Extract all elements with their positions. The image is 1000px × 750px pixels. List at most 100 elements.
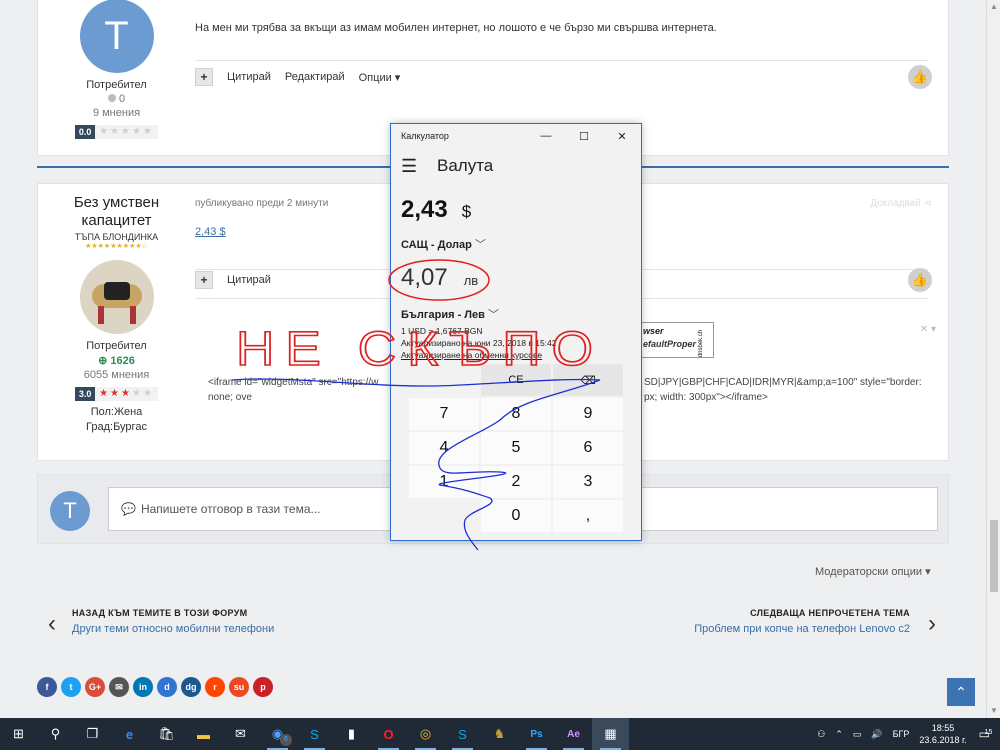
clock[interactable]: 18:55 23.6.2018 г. (919, 722, 966, 746)
minimize-icon[interactable]: — (527, 124, 565, 148)
app-icon[interactable]: ▮ (333, 718, 370, 750)
currency-from-select[interactable]: САЩ - Долар ﹀ (401, 236, 486, 252)
update-rates-link[interactable]: Актуализиране на обменни курсове (401, 349, 557, 361)
search-icon[interactable]: ⚲ (37, 718, 74, 750)
edge-browser-icon[interactable]: e (111, 718, 148, 750)
email-icon[interactable]: ✉ (109, 677, 129, 697)
key-6[interactable]: 6 (553, 432, 623, 464)
key-0[interactable]: 0 (481, 500, 551, 532)
exchange-rate-info: 1 USD = 1,6767 BGN Актуализирано на юни … (401, 325, 557, 361)
hamburger-menu-icon[interactable]: ☰ (401, 156, 427, 177)
stumbleupon-icon[interactable]: su (229, 677, 249, 697)
action-center-icon[interactable]: ▭ 15 (979, 727, 993, 741)
like-button[interactable]: 👍 (908, 268, 932, 292)
chevron-down-icon: ﹀ (474, 239, 486, 251)
reddit-icon[interactable]: r (205, 677, 225, 697)
network-icon[interactable]: ▭ (853, 729, 862, 740)
key-empty (409, 500, 479, 532)
key-5[interactable]: 5 (481, 432, 551, 464)
calculator-titlebar[interactable]: Калкулатор — ☐ ✕ (391, 124, 641, 148)
delicious-icon[interactable]: d (157, 677, 177, 697)
options-button[interactable]: Опции ▾ (359, 71, 401, 84)
next-topic-title: Проблем при копче на телефон Lenovo c2 (694, 623, 910, 635)
post-2-author: Без умствен капацитет ТЪПА БЛОНДИНКА ★★★★… (38, 184, 195, 433)
notification-badge: 6 (280, 734, 292, 746)
chevron-up-icon: ⌃ (955, 683, 967, 700)
scroll-up-icon[interactable]: ▲ (989, 2, 999, 12)
scroll-to-top-button[interactable]: ⌃ (947, 678, 975, 706)
user-rating: 0.0 ★★★★★ (38, 125, 195, 139)
key-7[interactable]: 7 (409, 398, 479, 430)
messenger-icon[interactable]: ◉ 6 (259, 718, 296, 750)
value-to[interactable]: 4,07 лв (401, 264, 478, 292)
mail-icon[interactable]: ✉ (222, 718, 259, 750)
skype-icon[interactable]: S (444, 718, 481, 750)
decimal-separator-button[interactable]: , (553, 500, 623, 532)
next-topic-link[interactable]: СЛЕДВАЩА НЕПРОЧЕТЕНА ТЕМА Проблем при ко… (694, 608, 936, 637)
quote-button[interactable]: Цитирай (227, 274, 271, 286)
after-effects-icon[interactable]: Ae (555, 718, 592, 750)
quote-button[interactable]: Цитирай (227, 71, 271, 83)
rank-stars: ★★★★★★★★★☆ (85, 243, 148, 250)
avatar-image-detail (97, 306, 104, 324)
store-icon[interactable]: 🛍 (148, 718, 185, 750)
maximize-icon[interactable]: ☐ (565, 124, 603, 148)
share-icon: ⋖ (923, 198, 932, 209)
key-2[interactable]: 2 (481, 466, 551, 498)
volume-icon[interactable]: 🔊 (871, 729, 882, 740)
avatar[interactable] (79, 260, 154, 334)
post-2-actions: + Цитирай (195, 271, 271, 289)
key-3[interactable]: 3 (553, 466, 623, 498)
chrome-browser-icon[interactable]: ◎ (407, 718, 444, 750)
file-explorer-icon[interactable]: ▬ (185, 718, 222, 750)
tray-expand-icon[interactable]: ⌃ (835, 729, 843, 740)
game-app-icon[interactable]: ♞ (481, 718, 518, 750)
username[interactable]: Без умствен капацитет (38, 194, 195, 230)
calculator-app-icon[interactable]: ▦ (592, 718, 629, 750)
digg-icon[interactable]: dg (181, 677, 201, 697)
avatar-image-detail (103, 282, 130, 300)
like-button[interactable]: 👍 (908, 65, 932, 89)
facebook-icon[interactable]: f (37, 677, 57, 697)
moderator-options-button[interactable]: Модераторски опции ▾ (815, 565, 931, 578)
pinterest-icon[interactable]: p (253, 677, 273, 697)
key-9[interactable]: 9 (553, 398, 623, 430)
opera-browser-icon[interactable]: O (370, 718, 407, 750)
start-windows-icon[interactable]: ⊞ (0, 718, 37, 750)
multiquote-button[interactable]: + (195, 68, 213, 86)
backspace-icon[interactable]: ⌫ (553, 364, 623, 396)
edit-button[interactable]: Редактирай (285, 71, 345, 83)
post-1-actions: + Цитирай Редактирай Опции ▾ (195, 68, 400, 86)
clock-time: 18:55 (931, 723, 955, 733)
value-from[interactable]: 2,43 $ (401, 196, 471, 224)
key-4[interactable]: 4 (409, 432, 479, 464)
author-role: Потребител (86, 340, 147, 352)
people-icon[interactable]: ⚇ (817, 729, 825, 740)
googleplus-icon[interactable]: G+ (85, 677, 105, 697)
post-content-link[interactable]: 2,43 $ (195, 226, 226, 238)
currency-to-select[interactable]: България - Лев ﹀ (401, 306, 499, 322)
task-view-icon[interactable]: ❐ (74, 718, 111, 750)
twitter-icon[interactable]: t (61, 677, 81, 697)
rating-stars: ★★★★★ (95, 125, 158, 139)
clear-entry-button[interactable]: CE (481, 364, 551, 396)
chevron-down-icon: ﹀ (487, 309, 499, 321)
avatar-image-detail (129, 306, 136, 324)
photoshop-icon[interactable]: Ps (518, 718, 555, 750)
scrollbar-thumb[interactable] (990, 520, 998, 592)
close-icon[interactable]: ✕ ▾ (920, 324, 936, 335)
skype-icon[interactable]: S (296, 718, 333, 750)
scroll-down-icon[interactable]: ▼ (989, 706, 999, 716)
page-scrollbar[interactable]: ▲ ▼ (986, 0, 1000, 718)
prev-topic-link[interactable]: ‹ НАЗАД КЪМ ТЕМИТЕ В ТОЗИ ФОРУМ Други те… (48, 608, 274, 637)
key-8[interactable]: 8 (481, 398, 551, 430)
key-1[interactable]: 1 (409, 466, 479, 498)
user-rating: 3.0 ★★★★★ (38, 387, 195, 401)
language-indicator[interactable]: БГР (893, 729, 910, 739)
report-link[interactable]: Докладвай ⋖ (870, 198, 932, 209)
post-1-author: T Потребител 0 9 мнения 0.0 ★★★★★ (38, 0, 195, 139)
close-icon[interactable]: ✕ (603, 124, 641, 148)
avatar[interactable]: T (79, 0, 154, 73)
linkedin-icon[interactable]: in (133, 677, 153, 697)
multiquote-button[interactable]: + (195, 271, 213, 289)
